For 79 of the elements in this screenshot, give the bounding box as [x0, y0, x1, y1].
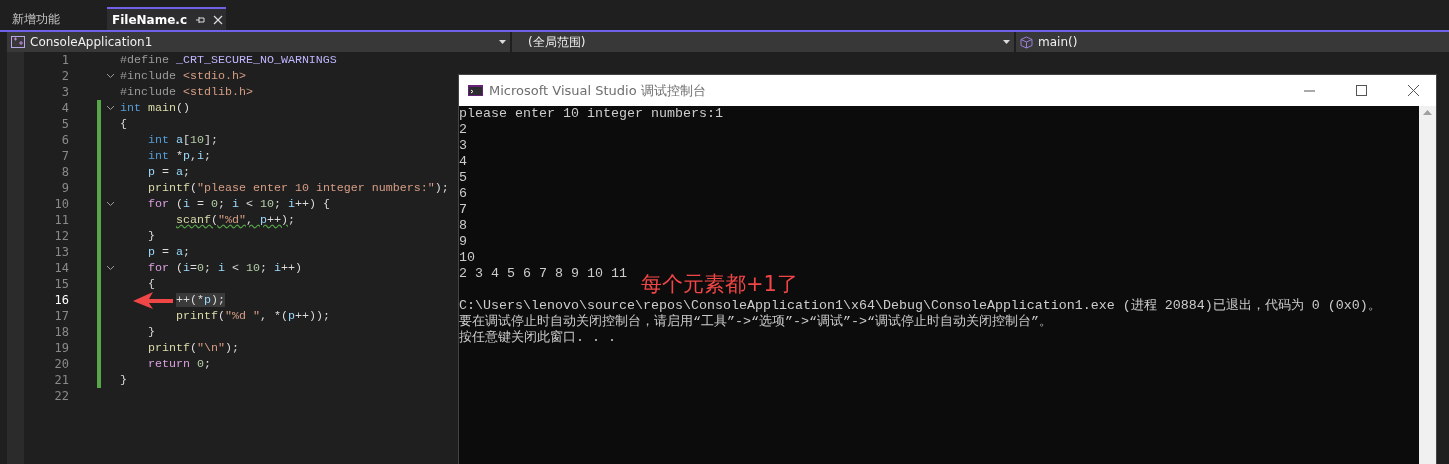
dropdown-caret-icon [1003, 40, 1010, 44]
console-line: 10 [459, 250, 476, 266]
code-line: for (i = 0; i < 10; i++) { [147, 197, 330, 211]
pin-icon[interactable] [195, 14, 206, 25]
editor-tab[interactable]: FileName.c [107, 7, 226, 30]
close-icon [1407, 85, 1419, 96]
code-line: #define _CRT_SECURE_NO_WARNINGS [120, 53, 337, 67]
scrollbar[interactable] [1419, 106, 1436, 464]
project-icon [11, 36, 25, 48]
code-line: for (i=0; i < 10; i++) [147, 261, 302, 275]
code-line: #include <stdio.h> [120, 69, 246, 83]
console-line: 5 [459, 170, 468, 186]
code-line: #include <stdlib.h> [120, 85, 253, 99]
line-number: 7 [60, 149, 69, 163]
close-icon[interactable] [213, 14, 224, 25]
line-number: 11 [53, 213, 69, 227]
console-message: 按任意键关闭此窗口. . . [459, 330, 617, 346]
code-line: scanf("%d", p++); [174, 213, 295, 227]
code-line: printf("%d ", *(p++)); [174, 309, 330, 323]
line-number: 5 [60, 117, 69, 131]
member-dropdown[interactable]: main() [1016, 32, 1449, 52]
line-number: 20 [53, 357, 69, 371]
code-line: printf("please enter 10 integer numbers:"); [147, 181, 449, 195]
console-icon [468, 85, 483, 96]
console-line: 9 [459, 234, 468, 250]
console-message: 要在调试停止时自动关闭控制台，请启用“工具”->“选项”->“调试”->“调试停止时自动关闭控制台”。 [459, 314, 1053, 330]
code-line: printf("\n"); [147, 341, 239, 355]
line-number: 3 [60, 85, 69, 99]
line-number: 6 [60, 133, 69, 147]
code-line: return 0; [147, 357, 211, 371]
console-line: 2 [459, 122, 468, 138]
code-line: ++(*p); [174, 293, 225, 307]
collapse-chevron-icon[interactable] [106, 105, 115, 111]
code-line: } [120, 373, 127, 387]
line-number: 21 [53, 373, 69, 387]
console-line: 4 [459, 154, 468, 170]
code-line: p = a; [147, 245, 190, 259]
code-line: p = a; [147, 165, 190, 179]
line-number: 8 [60, 165, 69, 179]
line-number: 9 [60, 181, 69, 195]
collapse-chevron-icon[interactable] [106, 73, 115, 79]
annotation-text: 每个元素都+1了 [641, 271, 798, 298]
line-number: 16 [53, 293, 69, 307]
line-number: 12 [53, 229, 69, 243]
window-title: Microsoft Visual Studio 调试控制台 [489, 81, 707, 100]
line-number: 2 [60, 69, 69, 83]
annotation-arrow [133, 292, 173, 309]
line-number: 4 [60, 101, 69, 115]
collapse-chevron-icon[interactable] [106, 201, 115, 207]
code-line: { [120, 117, 127, 131]
console-line: 3 [459, 138, 468, 154]
console-line: 7 [459, 202, 468, 218]
line-number: 14 [53, 261, 69, 275]
line-number: 1 [60, 53, 69, 67]
console-message: C:\Users\lenovo\source\repos\ConsoleApplication1\x64\Debug\ConsoleApplication1.exe (进程 20884)已退出，代码为 0 (0x0)。 [459, 298, 1382, 314]
project-dropdown[interactable]: ConsoleApplication1 [7, 32, 510, 52]
line-number: 15 [53, 277, 69, 291]
line-number: 19 [53, 341, 69, 355]
maximize-icon [1355, 85, 1367, 96]
console-line: 8 [459, 218, 468, 234]
code-line: int main() [120, 101, 190, 115]
code-line: int *p,i; [147, 149, 211, 163]
line-number: 13 [53, 245, 69, 259]
console-line: 6 [459, 186, 468, 202]
code-line: } [147, 325, 155, 339]
scope-dropdown[interactable]: (全局范围) [512, 32, 1014, 52]
console-line: 2 3 4 5 6 7 8 9 10 11 [459, 266, 628, 282]
line-number: 18 [53, 325, 69, 339]
line-number: 17 [53, 309, 69, 323]
line-number: 10 [53, 197, 69, 211]
collapse-chevron-icon[interactable] [106, 265, 115, 271]
cube-icon [1020, 35, 1033, 49]
code-line: { [147, 277, 155, 291]
console-line: please enter 10 integer numbers:1 [459, 106, 724, 122]
code-line: } [147, 229, 155, 243]
dropdown-caret-icon [499, 40, 506, 44]
code-line: int a[10]; [147, 133, 218, 147]
minimize-icon [1303, 89, 1315, 92]
line-number: 22 [53, 389, 69, 403]
